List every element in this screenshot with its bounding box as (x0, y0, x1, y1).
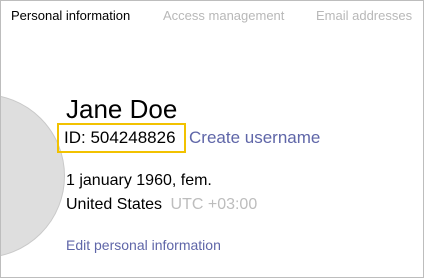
user-id: ID: 504248826 (64, 128, 176, 147)
country: United States (66, 196, 163, 213)
create-username-link[interactable]: Create username (189, 128, 320, 148)
edit-personal-information-link[interactable]: Edit personal information (66, 237, 221, 253)
tab-personal-information[interactable]: Personal information (11, 8, 130, 23)
tab-bar: Personal information Access management E… (1, 1, 423, 33)
location-row: United States UTC +03:00 (66, 196, 257, 214)
birth-date-gender: 1 january 1960, fem. (66, 172, 212, 189)
tab-email-addresses[interactable]: Email addresses (316, 8, 412, 23)
avatar (1, 94, 65, 258)
timezone: UTC +03:00 (170, 196, 258, 213)
profile-panel: Personal information Access management E… (0, 0, 424, 278)
user-name: Jane Doe (66, 94, 178, 124)
tab-access-management[interactable]: Access management (163, 8, 284, 23)
